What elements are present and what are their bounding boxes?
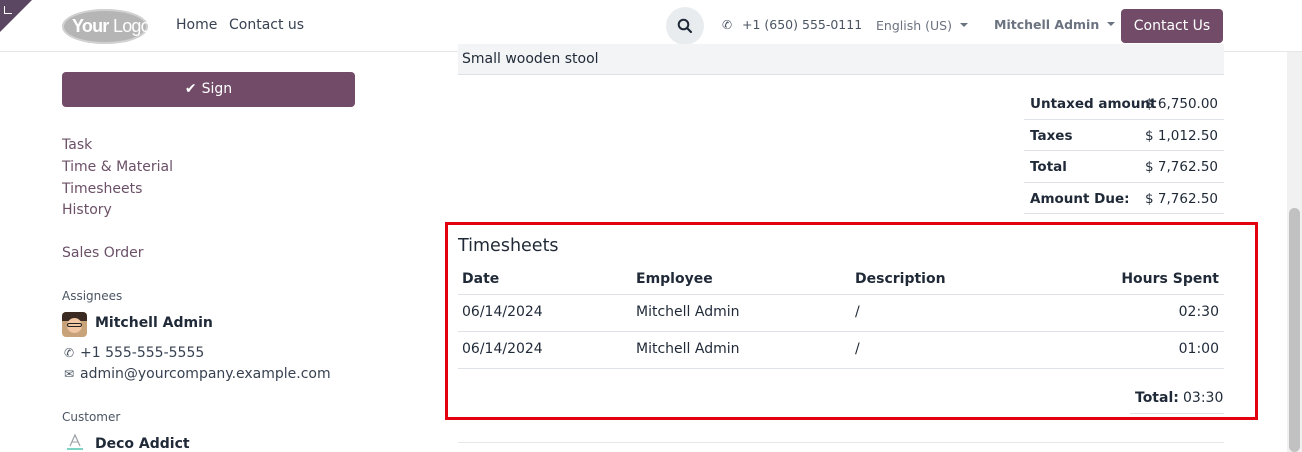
customer-heading: Customer (62, 410, 121, 424)
phone-icon: ✆ (64, 346, 75, 360)
column-header-employee: Employee (636, 271, 713, 287)
cell-description: / (855, 341, 860, 357)
logo-text-light: Logo (113, 16, 151, 36)
header-phone-number: +1 (650) 555-0111 (742, 17, 863, 32)
column-header-description: Description (855, 271, 946, 287)
editor-corner-toggle[interactable] (0, 0, 32, 32)
cell-date: 06/14/2024 (462, 304, 543, 320)
search-button[interactable] (666, 7, 704, 45)
totals-label: Untaxed amount (1030, 96, 1157, 112)
total-divider (1130, 413, 1224, 414)
cell-date: 06/14/2024 (462, 341, 543, 357)
search-icon (677, 18, 693, 34)
chevron-down-icon (1107, 21, 1116, 26)
logo-text-bold: Your (72, 16, 109, 36)
timesheets-title: Timesheets (458, 236, 559, 256)
assignee-phone-number: +1 555-555-5555 (80, 345, 205, 361)
totals-value: $ 7,762.50 (1145, 159, 1218, 175)
sidebar-link-sales-order[interactable]: Sales Order (62, 245, 144, 261)
user-menu[interactable]: Mitchell Admin (994, 17, 1116, 32)
language-label: English (US) (876, 18, 952, 33)
totals-row-taxes: Taxes $ 1,012.50 (1024, 120, 1224, 151)
contact-us-button[interactable]: Contact Us (1121, 9, 1223, 43)
totals-label: Amount Due: (1030, 190, 1130, 207)
nav-home-link[interactable]: Home (176, 17, 217, 33)
cell-employee: Mitchell Admin (636, 304, 740, 320)
chevron-down-icon (959, 22, 968, 27)
sidebar-link-timesheets[interactable]: Timesheets (62, 181, 142, 197)
cell-hours: 02:30 (1178, 304, 1219, 320)
avatar (62, 312, 87, 337)
order-line-description: Small wooden stool (462, 51, 599, 67)
column-header-date: Date (462, 271, 500, 287)
totals-label: Total (1030, 159, 1067, 175)
section-divider (458, 442, 1224, 443)
timesheets-total-label: Total: (1135, 390, 1179, 406)
table-divider (458, 294, 1224, 295)
totals-value: $ 7,762.50 (1145, 190, 1218, 207)
corner-icon (4, 6, 12, 14)
email-icon: ✉ (64, 367, 75, 381)
site-logo[interactable]: Your Logo (62, 9, 151, 44)
assignee-email[interactable]: ✉ admin@yourcompany.example.com (64, 366, 331, 382)
page-scrollbar[interactable] (1287, 52, 1302, 452)
nav-contact-link[interactable]: Contact us (229, 17, 304, 33)
assignee-name: Mitchell Admin (95, 315, 213, 331)
timesheets-total-value: 03:30 (1183, 390, 1224, 406)
totals-value: $ 6,750.00 (1145, 96, 1218, 112)
assignees-heading: Assignees (62, 289, 123, 303)
column-header-hours: Hours Spent (1121, 271, 1219, 287)
sidebar-link-task[interactable]: Task (62, 137, 92, 153)
totals-label: Taxes (1030, 127, 1073, 144)
header-phone[interactable]: ✆ +1 (650) 555-0111 (722, 17, 862, 32)
totals-value: $ 1,012.50 (1145, 127, 1218, 144)
assignee-email-address: admin@yourcompany.example.com (80, 366, 331, 382)
totals-row-untaxed: Untaxed amount $ 6,750.00 (1024, 88, 1224, 120)
cell-description: / (855, 304, 860, 320)
check-icon: ✔ (184, 81, 197, 97)
assignee-phone[interactable]: ✆ +1 555-555-5555 (64, 345, 204, 361)
sidebar-link-time-material[interactable]: Time & Material (62, 159, 173, 175)
totals-row-amount-due: Amount Due: $ 7,762.50 (1024, 183, 1224, 214)
table-divider (458, 331, 1224, 332)
order-line-row: Small wooden stool (458, 44, 1224, 75)
totals-row-total: Total $ 7,762.50 (1024, 151, 1224, 183)
cell-hours: 01:00 (1178, 341, 1219, 357)
user-name: Mitchell Admin (994, 17, 1100, 32)
language-selector[interactable]: English (US) (876, 18, 968, 33)
order-totals: Untaxed amount $ 6,750.00 Taxes $ 1,012.… (1024, 88, 1224, 214)
customer-logo-icon (67, 433, 83, 450)
sign-button[interactable]: ✔ Sign (62, 72, 355, 107)
phone-icon: ✆ (722, 18, 733, 32)
scrollbar-thumb[interactable] (1289, 208, 1300, 452)
cell-employee: Mitchell Admin (636, 341, 740, 357)
customer-name: Deco Addict (95, 436, 190, 452)
sidebar-link-history[interactable]: History (62, 202, 112, 218)
table-divider (458, 368, 1224, 369)
sign-button-label: Sign (201, 81, 233, 97)
